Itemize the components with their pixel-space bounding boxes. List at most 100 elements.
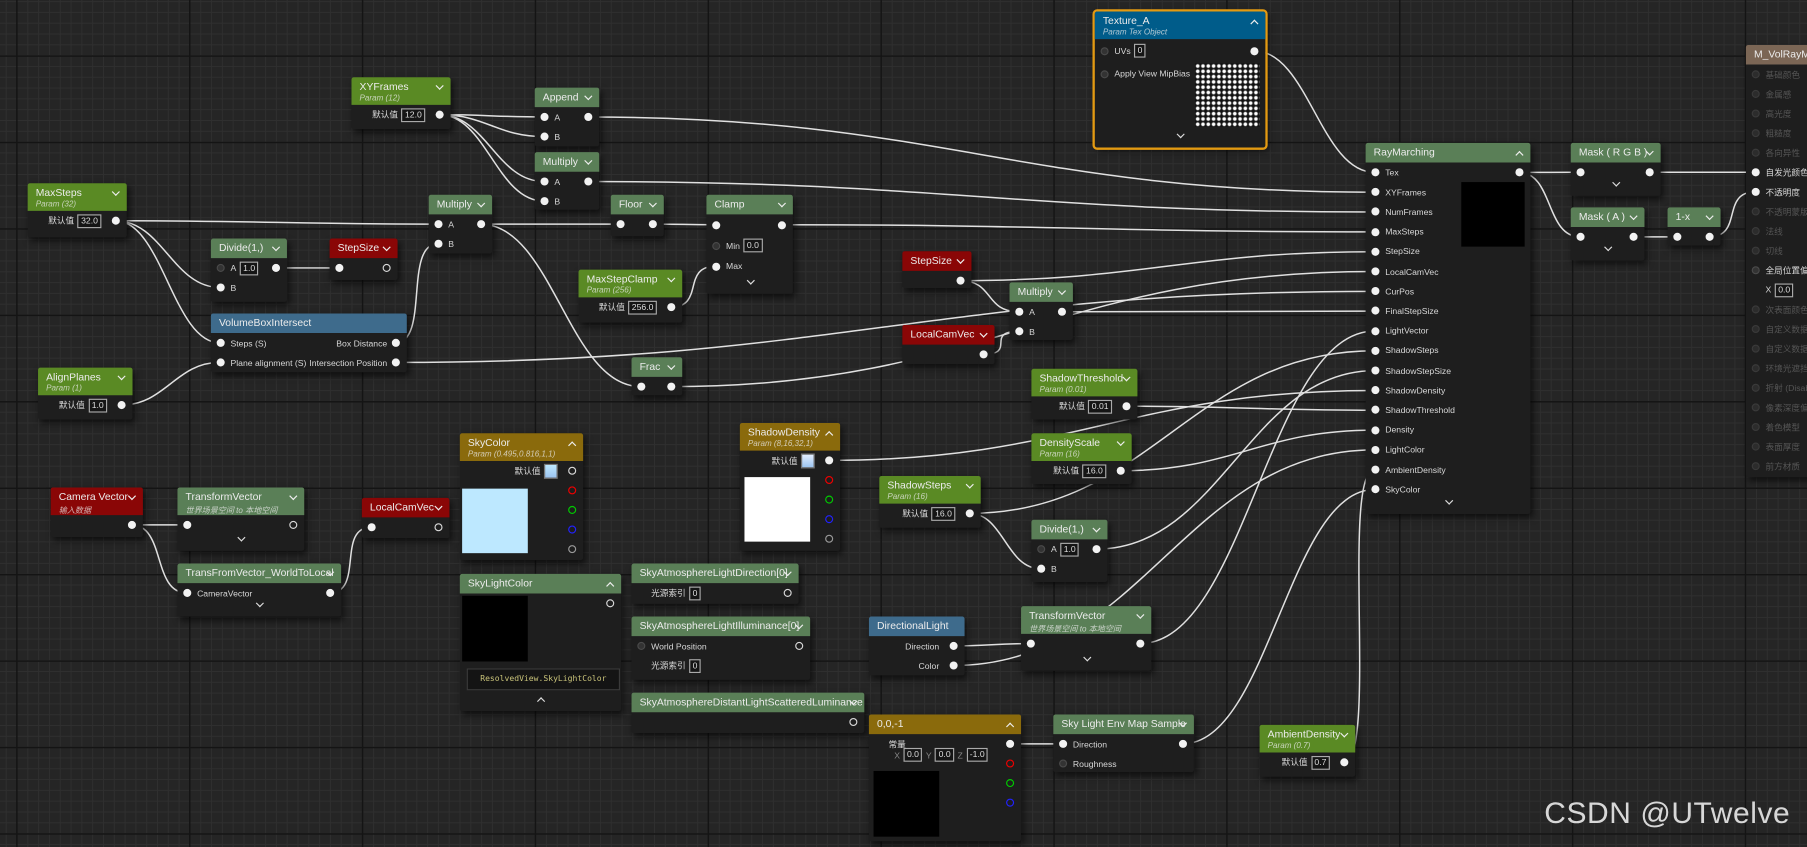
value-field[interactable]: 32.0 (77, 213, 102, 228)
node-header[interactable]: ShadowDensity Param (8,16,32,1) (739, 422, 841, 451)
node-header[interactable]: Multiply (534, 152, 600, 172)
node-header[interactable]: DensityScale Param (16) (1031, 433, 1132, 461)
input-pin[interactable] (615, 220, 625, 229)
node-lcv1[interactable]: LocalCamVec (361, 497, 450, 539)
node-header[interactable]: Floor (610, 194, 664, 215)
chevron-down-icon[interactable] (584, 92, 593, 101)
output-pin[interactable] (433, 523, 442, 532)
input-pin[interactable] (1370, 465, 1379, 474)
output-pin[interactable] (1514, 168, 1523, 177)
chevron-up-icon[interactable] (606, 581, 615, 591)
node-header[interactable]: Divide(1,) (1031, 519, 1108, 540)
node-skycolor[interactable]: SkyColor Param (0.495,0.816,1,1) 默认值 (459, 433, 584, 561)
input-pin[interactable] (539, 112, 548, 122)
input-pin[interactable] (1751, 324, 1760, 334)
output-pin[interactable] (777, 220, 786, 229)
input-pin[interactable] (216, 358, 225, 367)
input-pin[interactable] (1099, 69, 1109, 78)
node-append[interactable]: Append A B (534, 87, 600, 147)
wire-xyframes-to-append[interactable] (439, 113, 544, 138)
chevron-down-icon[interactable] (777, 199, 786, 208)
output-pin[interactable] (824, 495, 833, 504)
output-pin[interactable] (391, 358, 400, 367)
input-pin[interactable] (1370, 168, 1379, 177)
node-maskrgb[interactable]: Mask ( R G B ) (1570, 142, 1661, 196)
output-pin[interactable] (605, 599, 614, 608)
output-pin[interactable] (583, 112, 592, 122)
input-pin[interactable] (1370, 207, 1379, 217)
node-header[interactable]: VolumeBoxIntersect (210, 313, 407, 334)
node-tv2[interactable]: TransformVector 世界场景空间 to 本地空间 (1021, 606, 1152, 671)
chevron-up-icon[interactable] (568, 441, 577, 450)
node-header[interactable]: SkyColor Param (0.495,0.816,1,1) (459, 433, 584, 461)
node-header[interactable]: SkyAtmosphereLightIlluminance[0] (631, 616, 811, 637)
node-div2[interactable]: Divide(1,) A 1.0 B (1031, 519, 1108, 582)
chevron-down-icon[interactable] (1629, 212, 1638, 221)
chevron-down-icon[interactable] (117, 372, 126, 381)
node-mul2[interactable]: Multiply A B (428, 194, 493, 254)
axis-value-field[interactable]: 0.0 (903, 747, 923, 762)
input-pin[interactable] (433, 239, 442, 248)
output-pin[interactable] (1628, 232, 1638, 241)
input-pin[interactable] (1099, 46, 1109, 55)
node-maska[interactable]: Mask ( A ) (1570, 207, 1645, 261)
node-header[interactable]: RayMarching (1365, 142, 1531, 163)
node-header[interactable]: DirectionalLight (868, 616, 965, 637)
node-texture[interactable]: Texture_A Param Tex Object UVs 0 Apply View … (1092, 9, 1268, 150)
output-pin[interactable] (848, 717, 857, 727)
node-rm[interactable]: RayMarching Tex XYFrames NumFrames MaxSteps S… (1365, 142, 1531, 514)
wire-maxsteps-to-vbi[interactable] (115, 219, 221, 344)
input-pin[interactable] (1751, 442, 1760, 451)
value-field[interactable]: 16.0 (931, 506, 956, 521)
input-pin[interactable] (1370, 366, 1379, 375)
input-pin[interactable] (1751, 246, 1760, 255)
input-pin[interactable] (216, 263, 225, 272)
chevron-down-icon[interactable] (271, 243, 281, 252)
node-maxsteps[interactable]: MaxSteps Param (32) 默认值 32.0 (27, 183, 127, 238)
output-pin[interactable] (824, 475, 833, 485)
output-pin[interactable] (1249, 46, 1258, 55)
input-pin[interactable] (1751, 89, 1760, 98)
node-ambient[interactable]: AmbientDensity Param (0.7) 默认值 0.7 (1259, 724, 1356, 777)
node-header[interactable]: Append (534, 87, 600, 108)
chevron-down-icon[interactable] (979, 329, 988, 338)
output-pin[interactable] (325, 588, 334, 597)
output-pin[interactable] (978, 350, 988, 359)
input-pin[interactable] (1751, 168, 1760, 177)
input-pin[interactable] (1370, 188, 1379, 197)
wire-dl-to-tv2[interactable] (953, 642, 1031, 647)
node-header[interactable]: XYFrames Param (12) (351, 77, 451, 105)
node-shadowdensity[interactable]: ShadowDensity Param (8,16,32,1) 默认值 (739, 422, 841, 551)
color-value-swatch[interactable] (800, 452, 815, 468)
wire-xyframes-to-append[interactable] (439, 113, 544, 118)
value-field[interactable]: 0.01 (1088, 399, 1113, 414)
chevron-down-icon[interactable] (435, 81, 444, 90)
value-field[interactable]: 0.7 (1310, 755, 1330, 770)
output-pin[interactable] (288, 520, 297, 529)
output-pin[interactable] (567, 466, 576, 475)
wire-xyframes-to-mul1[interactable] (439, 113, 544, 202)
output-pin[interactable] (1645, 168, 1654, 177)
output-pin[interactable] (824, 456, 833, 465)
input-pin[interactable] (1751, 187, 1760, 196)
output-pin[interactable] (567, 525, 576, 534)
input-pin[interactable] (1058, 739, 1067, 748)
input-pin[interactable] (1036, 545, 1045, 554)
output-pin[interactable] (1005, 798, 1014, 807)
node-step2[interactable]: StepSize (902, 251, 972, 289)
node-header[interactable]: AmbientDensity Param (0.7) (1259, 724, 1356, 753)
node-header[interactable]: SkyLightColor (459, 573, 622, 594)
node-header[interactable]: Multiply (428, 194, 493, 215)
chevron-down-icon[interactable] (1116, 437, 1125, 447)
output-pin[interactable] (1135, 639, 1144, 648)
chevron-down-icon[interactable] (746, 276, 755, 285)
value-field[interactable]: 0 (1134, 43, 1146, 58)
node-header[interactable]: TransFromVector_WorldToLocal (177, 563, 342, 584)
value-field[interactable]: 1.0 (88, 398, 108, 412)
node-header[interactable]: Multiply (1009, 282, 1073, 302)
wire-vbi-to-rm[interactable] (395, 290, 1375, 364)
input-pin[interactable] (1751, 227, 1760, 236)
node-header[interactable]: Texture_A Param Tex Object (1094, 11, 1266, 40)
chevron-down-icon[interactable] (1122, 373, 1131, 382)
node-alignplanes[interactable]: AlignPlanes Param (1) 默认值 1.0 (38, 367, 133, 420)
